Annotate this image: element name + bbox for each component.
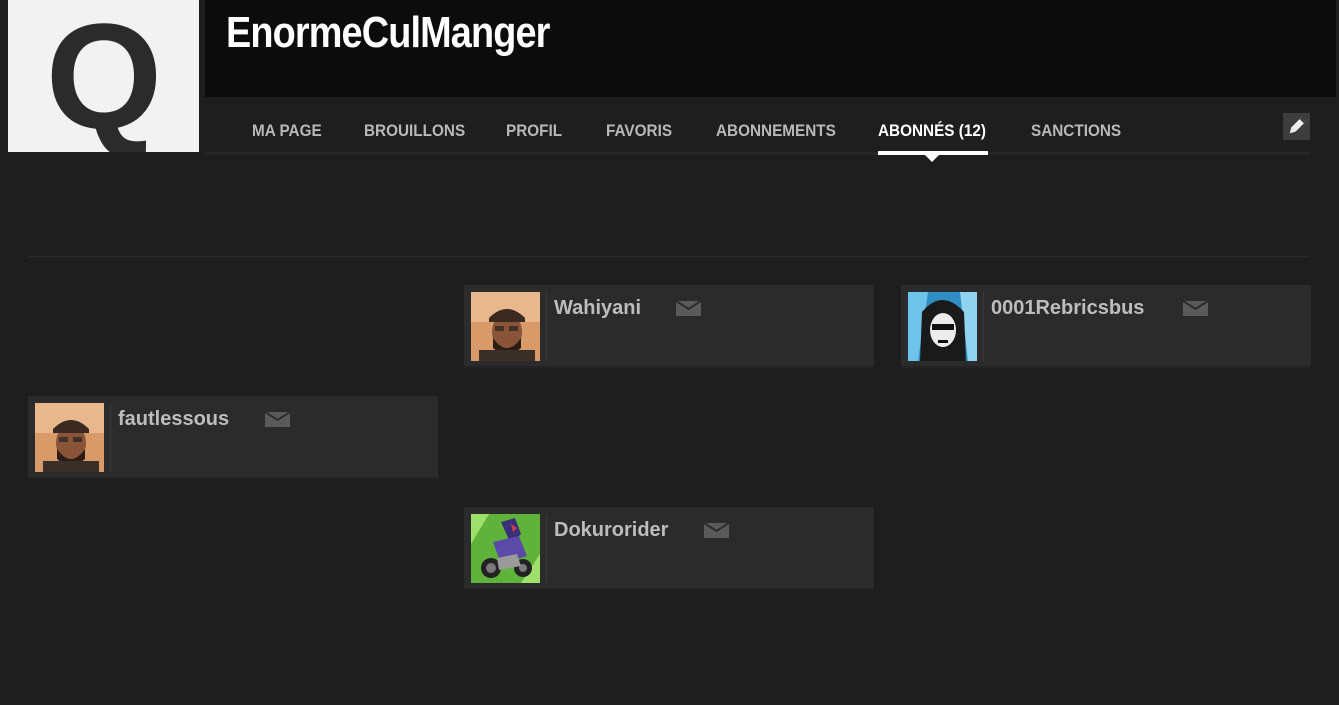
tab-sanctions[interactable]: SANCTIONS	[1031, 121, 1121, 141]
subscriber-avatar[interactable]	[471, 292, 540, 361]
subscriber-name[interactable]: Wahiyani	[554, 297, 641, 320]
tab-favoris[interactable]: FAVORIS	[606, 121, 672, 141]
profile-avatar: Q	[8, 0, 199, 152]
subscriber-avatar[interactable]	[471, 514, 540, 583]
pencil-icon	[1289, 117, 1306, 134]
section-divider	[28, 256, 1310, 257]
profile-username: EnormeCulManger	[226, 8, 550, 57]
tab-ma-page[interactable]: MA PAGE	[252, 121, 322, 141]
hooded-skull-avatar-icon	[908, 292, 977, 361]
card-separator	[546, 292, 547, 361]
tab-profil[interactable]: PROFIL	[506, 121, 562, 141]
subscriber-name[interactable]: 0001Rebricsbus	[991, 297, 1144, 320]
envelope-icon[interactable]	[676, 301, 701, 316]
envelope-icon[interactable]	[265, 412, 290, 427]
subscriber-card[interactable]: Wahiyani	[464, 285, 874, 368]
man-cap-avatar-icon	[471, 292, 540, 361]
rider-green-avatar-icon	[471, 514, 540, 583]
avatar-letter-icon: Q	[8, 0, 199, 152]
card-separator	[983, 292, 984, 361]
subscriber-avatar[interactable]	[35, 403, 104, 472]
active-tab-pointer	[925, 155, 939, 162]
tab-abonnements[interactable]: ABONNEMENTS	[716, 121, 836, 141]
subscriber-card[interactable]: 0001Rebricsbus	[901, 285, 1311, 368]
envelope-icon[interactable]	[1183, 301, 1208, 316]
envelope-icon[interactable]	[704, 523, 729, 538]
edit-profile-button[interactable]	[1283, 113, 1310, 140]
subscriber-name[interactable]: Dokurorider	[554, 519, 668, 542]
tab-brouillons[interactable]: BROUILLONS	[364, 121, 465, 141]
subscriber-name[interactable]: fautlessous	[118, 408, 229, 431]
subscriber-avatar[interactable]	[908, 292, 977, 361]
svg-text:Q: Q	[46, 0, 163, 152]
profile-tabs: MA PAGE BROUILLONS PROFIL FAVORIS ABONNE…	[205, 97, 1310, 162]
card-separator	[110, 403, 111, 472]
tab-abonnes[interactable]: ABONNÉS (12)	[878, 121, 986, 141]
card-separator	[546, 514, 547, 583]
man-cap-avatar-icon	[35, 403, 104, 472]
subscriber-card[interactable]: fautlessous	[28, 396, 438, 479]
subscriber-card[interactable]: Dokurorider	[464, 507, 874, 590]
